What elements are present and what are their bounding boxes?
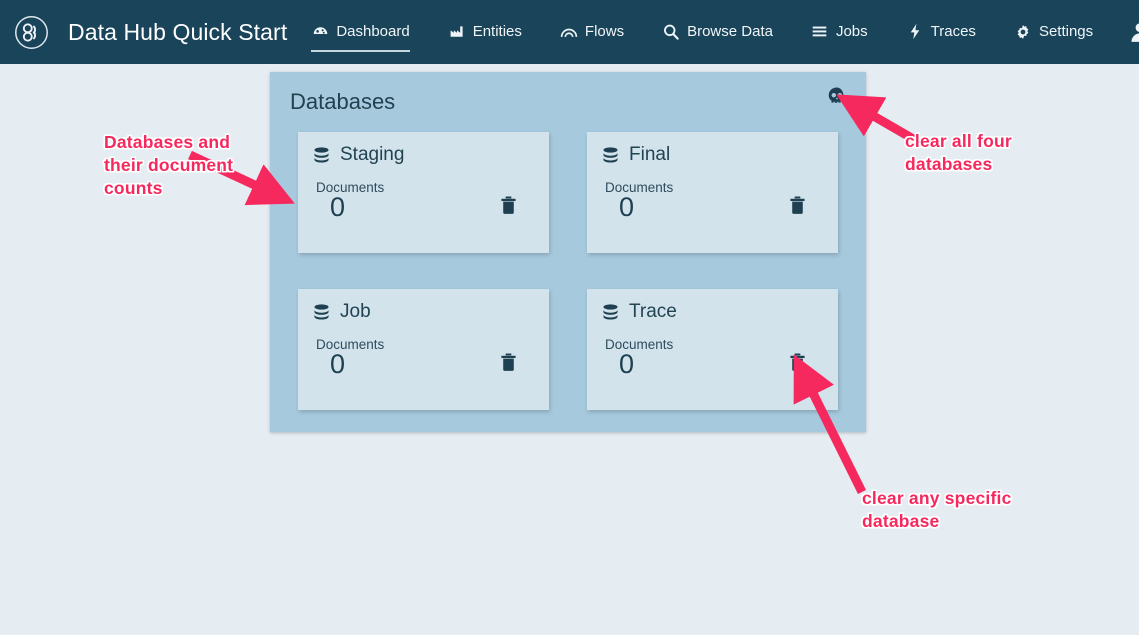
card-footer: 0	[312, 350, 535, 378]
card-header: Trace	[601, 301, 824, 323]
card-header: Final	[601, 144, 824, 166]
trash-icon[interactable]	[789, 195, 806, 215]
card-header: Job	[312, 301, 535, 323]
skull-icon[interactable]	[826, 86, 848, 108]
databases-panel: Databases Staging Documents 0 Final Docu…	[270, 72, 866, 432]
card-header: Staging	[312, 144, 535, 166]
database-card-trace[interactable]: Trace Documents 0	[587, 289, 838, 410]
nav-item-flows-label: Flows	[584, 23, 625, 40]
document-count: 0	[619, 349, 635, 379]
app-brand-title: Data Hub Quick Start	[68, 18, 288, 45]
document-count: 0	[330, 349, 346, 379]
card-footer: 0	[312, 193, 535, 221]
nav-items: Dashboard Entities Flows Browse Data Job…	[309, 17, 1129, 52]
nav-item-browse-data-label: Browse Data	[687, 23, 773, 40]
annotation-right: clear all four databases	[905, 131, 1012, 175]
nav-item-flows[interactable]: Flows	[558, 17, 626, 48]
nav-item-traces-label: Traces	[930, 23, 976, 40]
database-card-name: Staging	[340, 144, 405, 165]
jobs-list-icon	[811, 23, 829, 41]
database-stack-icon	[603, 303, 618, 320]
database-stack-icon	[603, 146, 618, 163]
database-stack-icon	[314, 303, 329, 320]
top-navbar: Data Hub Quick Start Dashboard Entities	[0, 0, 1139, 64]
database-card-name: Job	[340, 301, 371, 322]
nav-item-settings[interactable]: Settings	[1012, 17, 1095, 48]
nav-item-entities-label: Entities	[472, 23, 522, 40]
nav-item-traces[interactable]: Traces	[904, 17, 978, 48]
nav-item-settings-label: Settings	[1038, 23, 1094, 40]
nav-item-dashboard-label: Dashboard	[336, 23, 410, 40]
entities-icon	[448, 23, 466, 41]
document-count: 0	[619, 192, 635, 222]
gear-icon	[1014, 23, 1032, 41]
marklogic-logo-icon[interactable]	[13, 14, 50, 51]
database-card-name: Final	[629, 144, 671, 165]
annotation-bottom: clear any specific database	[862, 488, 1012, 532]
database-card-final[interactable]: Final Documents 0	[587, 132, 838, 253]
panel-title: Databases	[290, 89, 396, 114]
card-footer: 0	[601, 193, 824, 221]
database-stack-icon	[314, 146, 329, 163]
trash-icon[interactable]	[789, 352, 806, 372]
database-card-staging[interactable]: Staging Documents 0	[298, 132, 549, 253]
nav-item-dashboard[interactable]: Dashboard	[309, 17, 411, 52]
databases-panel-header: Databases	[270, 72, 866, 132]
database-card-name: Trace	[629, 301, 677, 322]
flows-icon	[560, 23, 578, 41]
annotation-left: Databases and their document counts	[104, 132, 234, 199]
database-card-job[interactable]: Job Documents 0	[298, 289, 549, 410]
search-icon	[662, 23, 680, 41]
nav-item-jobs-label: Jobs	[835, 23, 868, 40]
database-cards-grid: Staging Documents 0 Final Documents 0 Jo…	[270, 132, 866, 410]
user-avatar-icon[interactable]	[1129, 21, 1139, 43]
dashboard-icon	[311, 23, 329, 41]
traces-bolt-icon	[906, 23, 924, 41]
nav-item-entities[interactable]: Entities	[446, 17, 524, 48]
document-count: 0	[330, 192, 346, 222]
nav-item-browse-data[interactable]: Browse Data	[660, 17, 775, 48]
trash-icon[interactable]	[500, 352, 517, 372]
trash-icon[interactable]	[500, 195, 517, 215]
nav-item-jobs[interactable]: Jobs	[809, 17, 870, 48]
card-footer: 0	[601, 350, 824, 378]
